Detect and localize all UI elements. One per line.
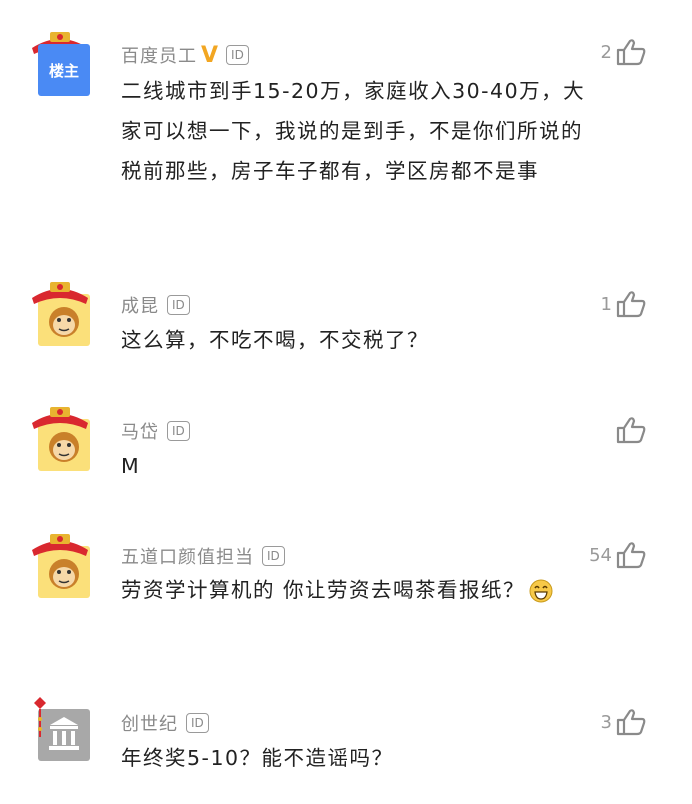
thumbs-up-icon xyxy=(616,708,646,736)
id-badge: ID xyxy=(262,546,285,566)
host-badge: 楼主 xyxy=(48,61,79,80)
thumbs-up-icon xyxy=(616,38,646,66)
username[interactable]: 马岱 xyxy=(121,418,159,444)
verified-badge: V xyxy=(201,42,219,68)
avatar-host[interactable]: 楼主 xyxy=(26,28,94,96)
id-badge: ID xyxy=(186,713,209,733)
comment-text: M xyxy=(121,454,141,478)
comment-text: 劳资学计算机的 你让劳资去喝茶看报纸？ xyxy=(121,570,591,616)
comment-text: 年终奖5-10？能不造谣吗？ xyxy=(121,746,394,770)
monkey-avatar xyxy=(32,534,90,598)
like-button[interactable] xyxy=(612,416,646,444)
avatar[interactable] xyxy=(26,403,94,471)
thumbs-up-icon xyxy=(616,541,646,569)
username[interactable]: 创世纪 xyxy=(121,710,178,736)
like-count: 54 xyxy=(589,544,612,566)
comment-text-content: 劳资学计算机的 你让劳资去喝茶看报纸？ xyxy=(121,578,526,602)
username[interactable]: 成昆 xyxy=(121,292,159,318)
monkey-avatar xyxy=(32,282,90,346)
username[interactable]: 百度员工 xyxy=(121,42,197,68)
thumbs-up-icon xyxy=(616,290,646,318)
username[interactable]: 五道口颜值担当 xyxy=(121,543,254,569)
comment-text: 这么算，不吃不喝，不交税了？ xyxy=(121,328,429,352)
like-button[interactable]: 2 xyxy=(601,38,646,66)
avatar[interactable] xyxy=(26,530,94,598)
bank-avatar xyxy=(34,697,90,761)
grin-emoji-icon xyxy=(529,576,553,616)
like-button[interactable]: 3 xyxy=(601,708,646,736)
like-button[interactable]: 1 xyxy=(601,290,646,318)
avatar[interactable] xyxy=(26,697,94,765)
thumbs-up-icon xyxy=(616,416,646,444)
id-badge: ID xyxy=(226,45,249,65)
avatar[interactable] xyxy=(26,278,94,346)
id-badge: ID xyxy=(167,421,190,441)
like-count: 2 xyxy=(600,41,612,63)
like-count: 1 xyxy=(600,293,612,315)
like-count: 3 xyxy=(600,711,612,733)
id-badge: ID xyxy=(167,295,190,315)
host-avatar-box: 楼主 xyxy=(38,44,90,96)
comment-text: 二线城市到手15-20万，家庭收入30-40万，大家可以想一下，我说的是到手，不… xyxy=(121,79,586,183)
monkey-avatar xyxy=(32,407,90,471)
like-button[interactable]: 54 xyxy=(589,541,646,569)
